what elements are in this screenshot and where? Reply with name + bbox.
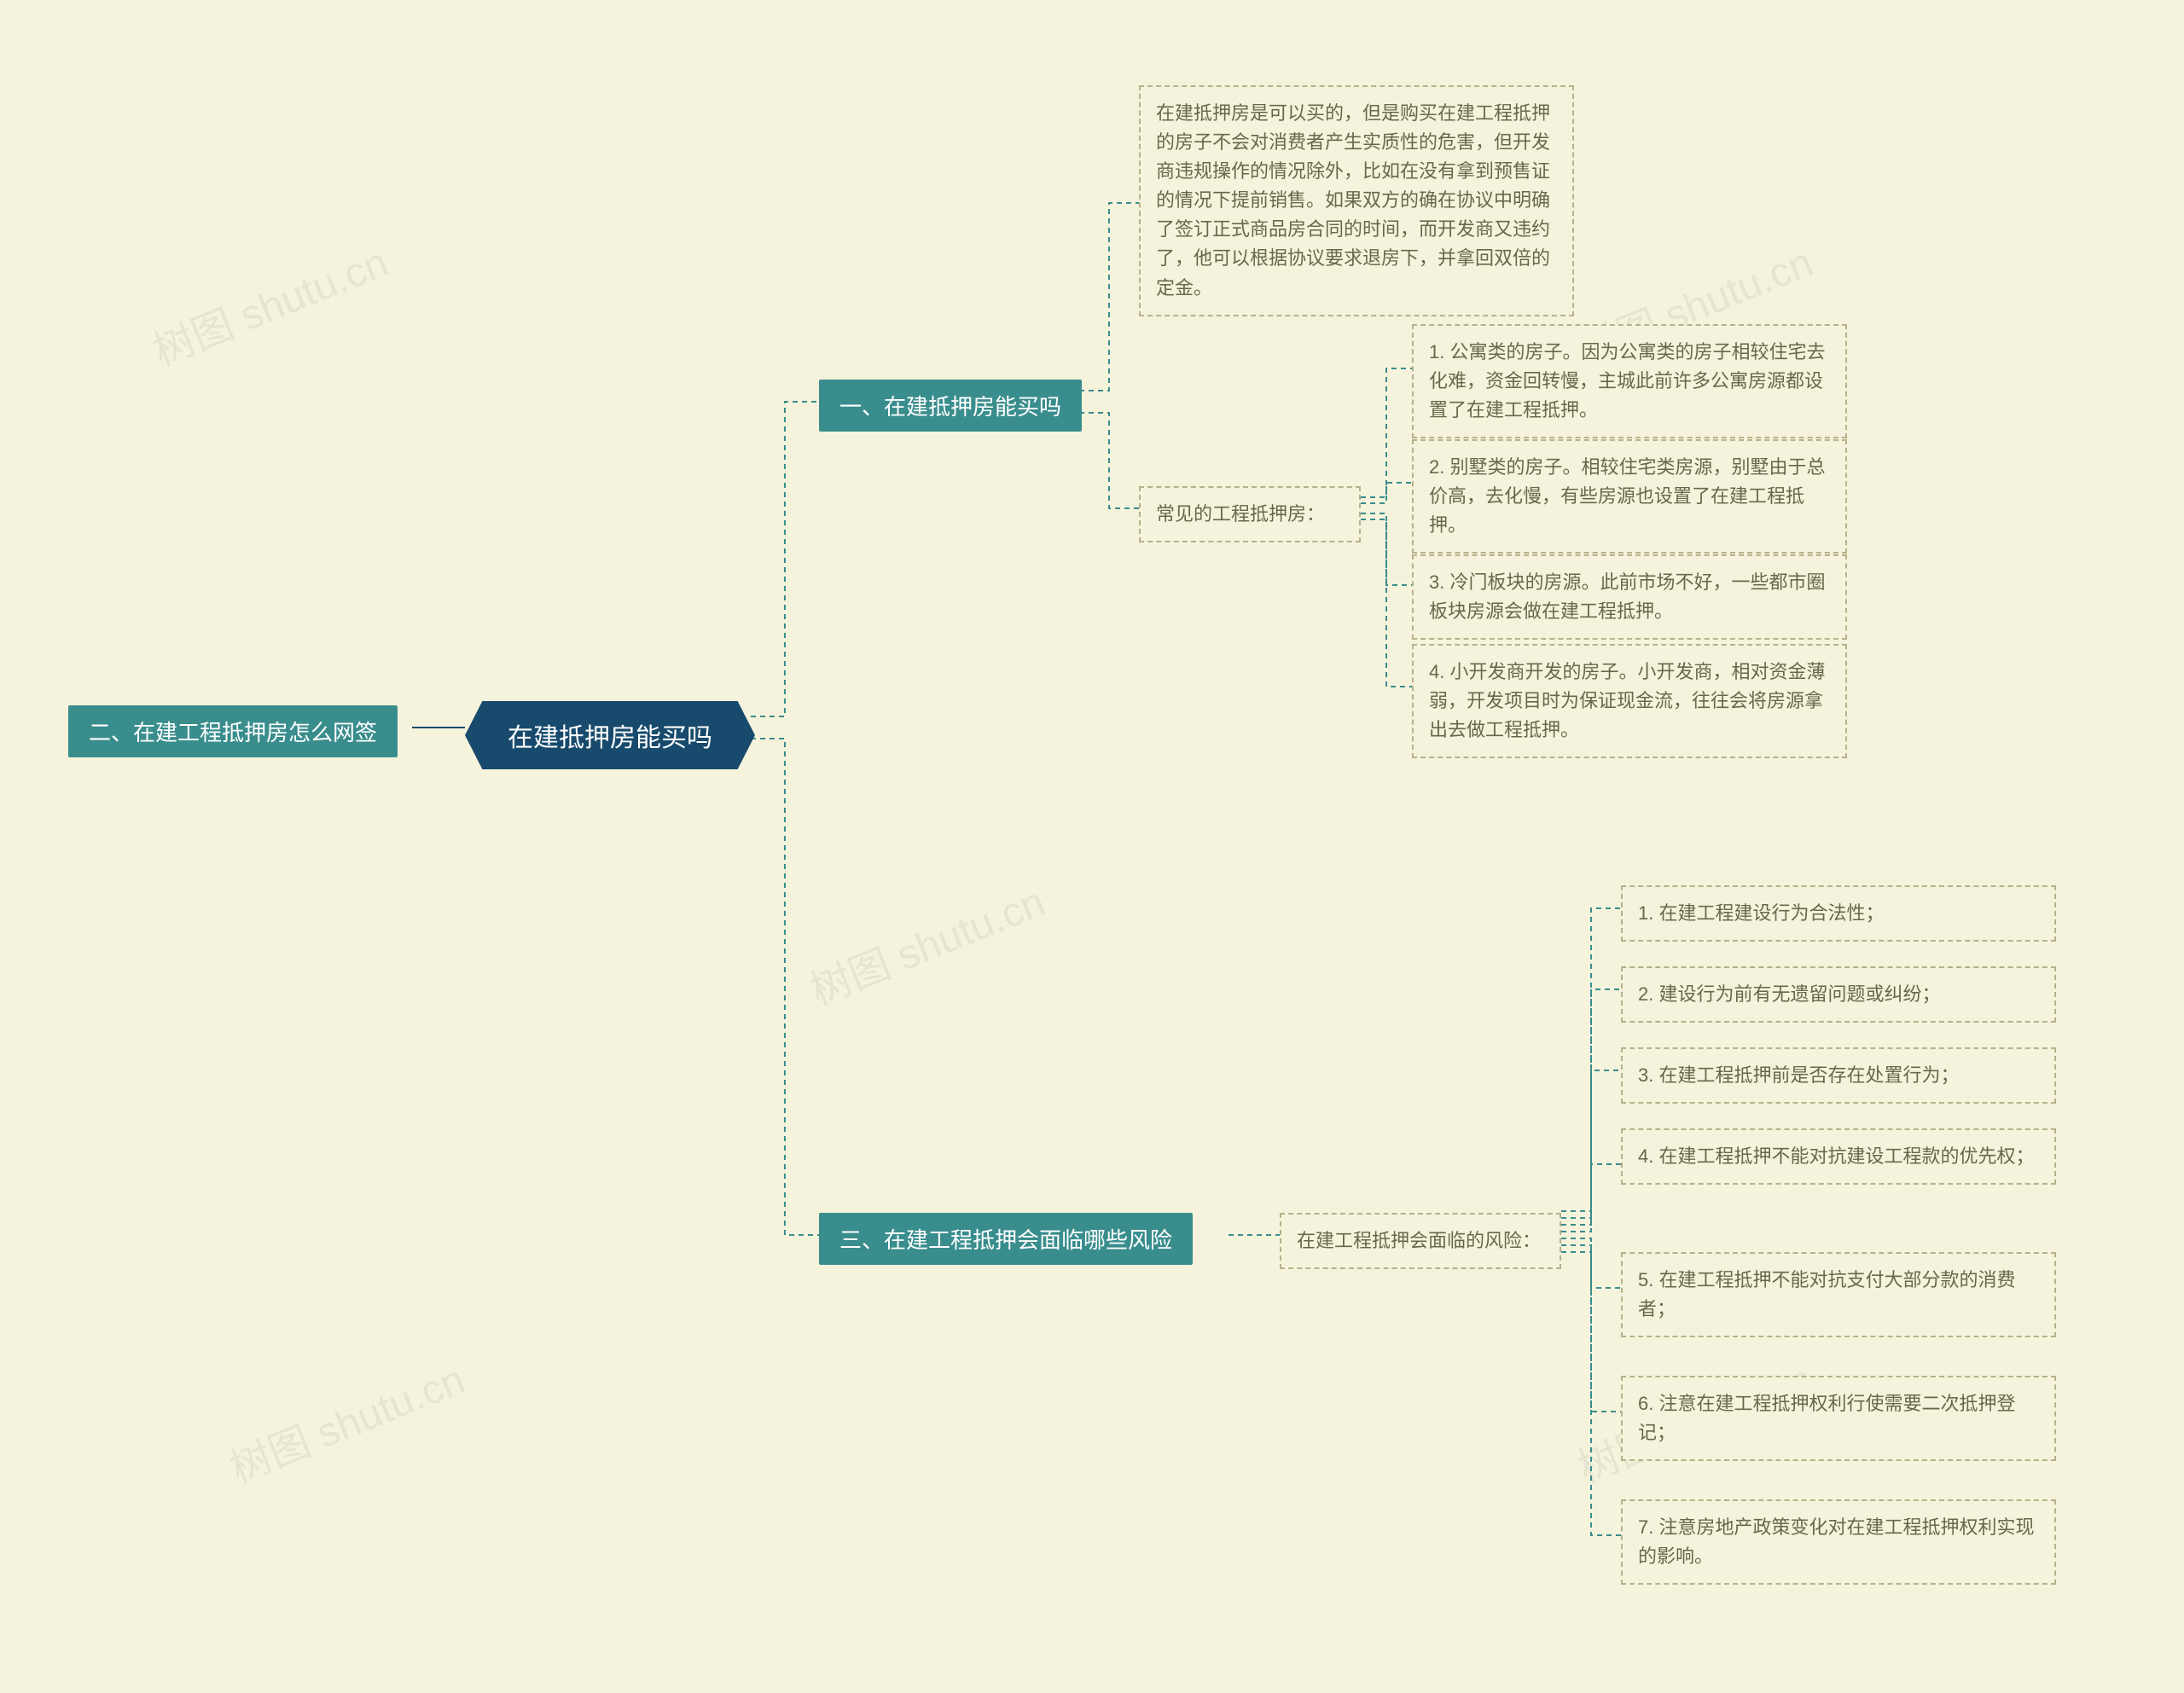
leaf-section1-desc[interactable]: 在建抵押房是可以买的，但是购买在建工程抵押的房子不会对消费者产生实质性的危害，但…	[1139, 85, 1574, 316]
branch-section2[interactable]: 二、在建工程抵押房怎么网签	[68, 705, 398, 757]
root-title: 在建抵押房能买吗	[508, 724, 712, 752]
leaf-risk-3-text: 3. 在建工程抵押前是否存在处置行为；	[1638, 1064, 1959, 1086]
leaf-s1-item4[interactable]: 4. 小开发商开发的房子。小开发商，相对资金薄弱，开发项目时为保证现金流，往往会…	[1412, 644, 1847, 758]
leaf-s1-item3[interactable]: 3. 冷门板块的房源。此前市场不好，一些都市圈板块房源会做在建工程抵押。	[1412, 554, 1847, 640]
leaf-risk-label[interactable]: 在建工程抵押会面临的风险：	[1280, 1213, 1561, 1269]
leaf-s1-item4-text: 4. 小开发商开发的房子。小开发商，相对资金薄弱，开发项目时为保证现金流，往往会…	[1429, 661, 1825, 740]
leaf-risk-7-text: 7. 注意房地产政策变化对在建工程抵押权利实现的影响。	[1638, 1516, 2034, 1567]
leaf-risk-5-text: 5. 在建工程抵押不能对抗支付大部分款的消费者；	[1638, 1269, 2015, 1319]
leaf-risk-7[interactable]: 7. 注意房地产政策变化对在建工程抵押权利实现的影响。	[1621, 1499, 2056, 1585]
branch-section3-label: 三、在建工程抵押会面临哪些风险	[839, 1227, 1172, 1253]
leaf-s1-item2[interactable]: 2. 别墅类的房子。相较住宅类房源，别墅由于总价高，去化慢，有些房源也设置了在建…	[1412, 439, 1847, 554]
branch-section2-label: 二、在建工程抵押房怎么网签	[89, 720, 377, 745]
watermark: 树图 shutu.cn	[799, 868, 1052, 1017]
leaf-risk-2[interactable]: 2. 建设行为前有无遗留问题或纠纷；	[1621, 966, 2056, 1023]
leaf-risk-1[interactable]: 1. 在建工程建设行为合法性；	[1621, 885, 2056, 942]
leaf-risk-label-text: 在建工程抵押会面临的风险：	[1297, 1230, 1541, 1251]
leaf-risk-4-text: 4. 在建工程抵押不能对抗建设工程款的优先权；	[1638, 1145, 2034, 1167]
leaf-risk-6-text: 6. 注意在建工程抵押权利行使需要二次抵押登记；	[1638, 1393, 2015, 1443]
leaf-risk-6[interactable]: 6. 注意在建工程抵押权利行使需要二次抵押登记；	[1621, 1376, 2056, 1461]
leaf-s1-item1[interactable]: 1. 公寓类的房子。因为公寓类的房子相较住宅去化难，资金回转慢，主城此前许多公寓…	[1412, 324, 1847, 438]
leaf-section1-desc-text: 在建抵押房是可以买的，但是购买在建工程抵押的房子不会对消费者产生实质性的危害，但…	[1156, 102, 1550, 299]
watermark: 树图 shutu.cn	[219, 1346, 472, 1494]
leaf-s1-item3-text: 3. 冷门板块的房源。此前市场不好，一些都市圈板块房源会做在建工程抵押。	[1429, 571, 1825, 622]
leaf-risk-1-text: 1. 在建工程建设行为合法性；	[1638, 902, 1884, 924]
leaf-common-label[interactable]: 常见的工程抵押房：	[1139, 486, 1361, 542]
branch-section1-label: 一、在建抵押房能买吗	[839, 394, 1061, 420]
leaf-risk-5[interactable]: 5. 在建工程抵押不能对抗支付大部分款的消费者；	[1621, 1252, 2056, 1337]
leaf-s1-item2-text: 2. 别墅类的房子。相较住宅类房源，别墅由于总价高，去化慢，有些房源也设置了在建…	[1429, 456, 1825, 536]
leaf-common-label-text: 常见的工程抵押房：	[1156, 503, 1325, 525]
leaf-risk-3[interactable]: 3. 在建工程抵押前是否存在处置行为；	[1621, 1047, 2056, 1104]
leaf-risk-4[interactable]: 4. 在建工程抵押不能对抗建设工程款的优先权；	[1621, 1128, 2056, 1185]
mindmap-canvas: 树图 shutu.cn 树图 shutu.cn 树图 shutu.cn 树图 s…	[0, 0, 2184, 1693]
leaf-risk-2-text: 2. 建设行为前有无遗留问题或纠纷；	[1638, 983, 1940, 1005]
branch-section3[interactable]: 三、在建工程抵押会面临哪些风险	[819, 1213, 1193, 1265]
watermark: 树图 shutu.cn	[142, 229, 395, 377]
branch-section1[interactable]: 一、在建抵押房能买吗	[819, 380, 1082, 432]
root-node[interactable]: 在建抵押房能买吗	[465, 701, 755, 769]
leaf-s1-item1-text: 1. 公寓类的房子。因为公寓类的房子相较住宅去化难，资金回转慢，主城此前许多公寓…	[1429, 341, 1825, 420]
